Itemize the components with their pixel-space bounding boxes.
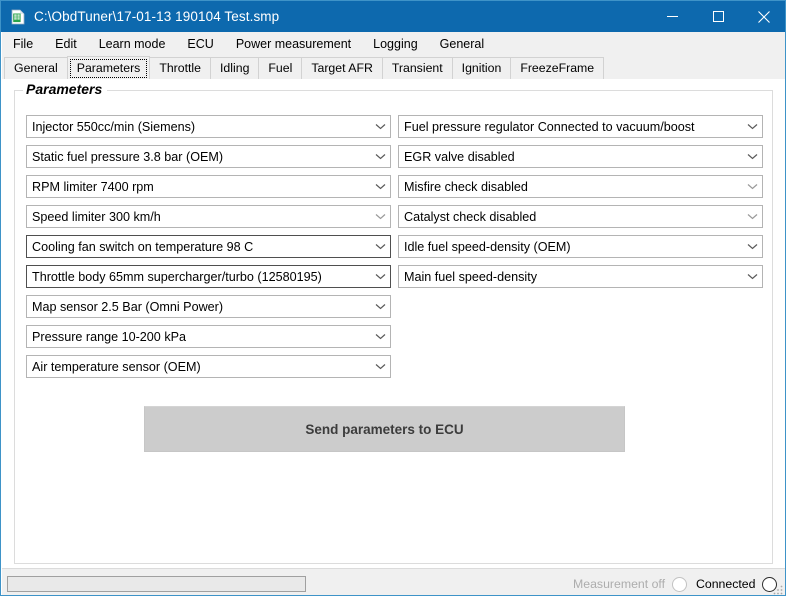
combo-pressure-range[interactable]: Pressure range 10-200 kPa — [26, 325, 391, 348]
tab-label: Throttle — [159, 61, 202, 75]
send-parameters-to-ecu-button[interactable]: Send parameters to ECU — [144, 406, 625, 452]
combo-rpm-limiter[interactable]: RPM limiter 7400 rpm — [26, 175, 391, 198]
menu-bar: File Edit Learn mode ECU Power measureme… — [2, 32, 785, 57]
combo-value: EGR valve disabled — [404, 149, 515, 164]
menu-item-ecu[interactable]: ECU — [176, 34, 224, 55]
tab-label: Parameters — [76, 61, 141, 75]
tab-label: Fuel — [268, 61, 293, 75]
combo-value: Catalyst check disabled — [404, 209, 537, 224]
chevron-down-icon — [743, 236, 762, 257]
tab-throttle[interactable]: Throttle — [149, 57, 212, 79]
combo-static-fuel-pressure[interactable]: Static fuel pressure 3.8 bar (OEM) — [26, 145, 391, 168]
menu-item-general[interactable]: General — [429, 34, 495, 55]
chevron-down-icon — [371, 296, 390, 317]
group-box-title: Parameters — [23, 81, 108, 97]
combo-main-fuel[interactable]: Main fuel speed-density — [398, 265, 763, 288]
combo-cooling-fan-switch[interactable]: Cooling fan switch on temperature 98 C — [26, 235, 391, 258]
close-button[interactable] — [741, 1, 785, 32]
chevron-down-icon — [743, 176, 762, 197]
chevron-down-icon — [743, 116, 762, 137]
combo-value: Injector 550cc/min (Siemens) — [32, 119, 196, 134]
combo-value: Map sensor 2.5 Bar (Omni Power) — [32, 299, 224, 314]
chevron-down-icon — [371, 116, 390, 137]
send-button-label: Send parameters to ECU — [305, 421, 464, 437]
menu-item-logging[interactable]: Logging — [362, 34, 429, 55]
menu-item-learn-mode[interactable]: Learn mode — [88, 34, 177, 55]
combo-value: Static fuel pressure 3.8 bar (OEM) — [32, 149, 224, 164]
window-controls — [649, 1, 785, 32]
chevron-down-icon — [371, 356, 390, 377]
measurement-status: Measurement off — [573, 576, 688, 592]
tab-fuel[interactable]: Fuel — [258, 57, 303, 79]
tab-label: Ignition — [461, 61, 502, 75]
tab-idling[interactable]: Idling — [210, 57, 260, 79]
title-bar: C:\ObdTuner\17-01-13 190104 Test.smp — [1, 1, 785, 32]
chevron-down-icon — [371, 176, 390, 197]
application-window: C:\ObdTuner\17-01-13 190104 Test.smp Fil… — [0, 0, 786, 596]
chevron-down-icon — [371, 206, 390, 227]
tab-strip: General Parameters Throttle Idling Fuel … — [2, 56, 785, 79]
minimize-button[interactable] — [649, 1, 695, 32]
document-spreadsheet-icon — [10, 9, 26, 25]
combo-map-sensor[interactable]: Map sensor 2.5 Bar (Omni Power) — [26, 295, 391, 318]
close-icon — [758, 10, 770, 23]
tab-label: Transient — [391, 61, 443, 75]
measurement-led-indicator — [672, 576, 688, 592]
tab-freezeframe[interactable]: FreezeFrame — [510, 57, 605, 79]
measurement-status-label: Measurement off — [573, 577, 666, 591]
combo-injector[interactable]: Injector 550cc/min (Siemens) — [26, 115, 391, 138]
combo-misfire-check[interactable]: Misfire check disabled — [398, 175, 763, 198]
tab-ignition[interactable]: Ignition — [451, 57, 512, 79]
connection-status: Connected — [696, 576, 778, 592]
tab-content-parameters: Parameters Injector 550cc/min (Siemens) … — [2, 79, 785, 568]
combo-air-temperature-sensor[interactable]: Air temperature sensor (OEM) — [26, 355, 391, 378]
combo-value: Speed limiter 300 km/h — [32, 209, 161, 224]
chevron-down-icon — [371, 266, 390, 287]
combo-speed-limiter[interactable]: Speed limiter 300 km/h — [26, 205, 391, 228]
chevron-down-icon — [743, 146, 762, 167]
combo-value: Idle fuel speed-density (OEM) — [404, 239, 571, 254]
menu-item-power-measurement[interactable]: Power measurement — [225, 34, 362, 55]
tab-label: Idling — [220, 61, 250, 75]
maximize-icon — [712, 11, 724, 22]
menu-item-file[interactable]: File — [2, 34, 44, 55]
combo-fuel-pressure-regulator[interactable]: Fuel pressure regulator Connected to vac… — [398, 115, 763, 138]
combo-value: Throttle body 65mm supercharger/turbo (1… — [32, 269, 322, 284]
tab-label: Target AFR — [311, 61, 373, 75]
combo-idle-fuel[interactable]: Idle fuel speed-density (OEM) — [398, 235, 763, 258]
tab-label: General — [14, 61, 58, 75]
window-title: C:\ObdTuner\17-01-13 190104 Test.smp — [34, 9, 280, 24]
progress-bar — [7, 576, 306, 592]
tab-parameters[interactable]: Parameters — [66, 56, 151, 79]
chevron-down-icon — [743, 206, 762, 227]
combo-catalyst-check[interactable]: Catalyst check disabled — [398, 205, 763, 228]
status-bar: Measurement off Connected — [2, 568, 785, 595]
resize-grip[interactable] — [772, 583, 784, 595]
combo-value: Fuel pressure regulator Connected to vac… — [404, 119, 695, 134]
tab-label: FreezeFrame — [520, 61, 595, 75]
combo-value: RPM limiter 7400 rpm — [32, 179, 154, 194]
parameters-group-box: Parameters Injector 550cc/min (Siemens) … — [14, 81, 773, 564]
combo-value: Cooling fan switch on temperature 98 C — [32, 239, 254, 254]
tab-target-afr[interactable]: Target AFR — [301, 57, 383, 79]
chevron-down-icon — [371, 326, 390, 347]
chevron-down-icon — [743, 266, 762, 287]
combo-value: Misfire check disabled — [404, 179, 528, 194]
chevron-down-icon — [371, 146, 390, 167]
chevron-down-icon — [371, 236, 390, 257]
tab-transient[interactable]: Transient — [381, 57, 453, 79]
connection-status-label: Connected — [696, 577, 756, 591]
maximize-button[interactable] — [695, 1, 741, 32]
minimize-icon — [666, 16, 678, 17]
combo-throttle-body[interactable]: Throttle body 65mm supercharger/turbo (1… — [26, 265, 391, 288]
combo-value: Pressure range 10-200 kPa — [32, 329, 187, 344]
tab-general[interactable]: General — [4, 57, 68, 79]
combo-value: Air temperature sensor (OEM) — [32, 359, 201, 374]
combo-value: Main fuel speed-density — [404, 269, 538, 284]
menu-item-edit[interactable]: Edit — [44, 34, 88, 55]
combo-egr-valve[interactable]: EGR valve disabled — [398, 145, 763, 168]
